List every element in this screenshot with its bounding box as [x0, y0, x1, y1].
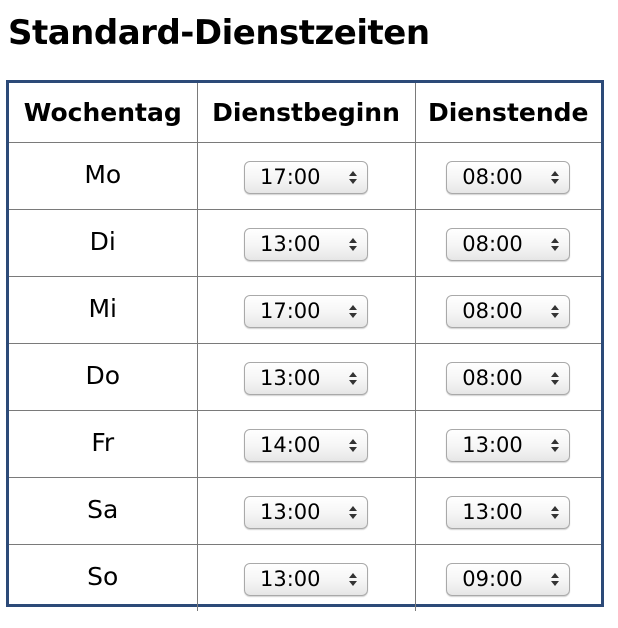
table-row: So 13:00 09:00 — [9, 544, 601, 611]
shift-start-value: 17:00 — [260, 298, 321, 323]
updown-arrows-icon — [551, 304, 560, 318]
shift-start-cell: 17:00 — [196, 276, 416, 344]
table-row: Mi 17:00 08:00 — [9, 276, 601, 344]
table-row: Sa 13:00 13:00 — [9, 477, 601, 545]
shift-start-select[interactable]: 14:00 — [244, 428, 368, 462]
shift-end-select[interactable]: 08:00 — [446, 160, 571, 194]
shift-start-cell: 13:00 — [196, 209, 416, 277]
updown-arrows-icon — [349, 304, 357, 318]
shift-end-cell: 09:00 — [414, 544, 601, 611]
shift-end-cell: 08:00 — [414, 209, 601, 277]
shift-start-select[interactable]: 13:00 — [244, 227, 368, 261]
shift-start-select[interactable]: 13:00 — [244, 495, 368, 529]
shift-start-cell: 13:00 — [196, 544, 416, 611]
schedule-table: Wochentag Dienstbeginn Dienstende Mo 17:… — [9, 83, 601, 611]
shift-end-select[interactable]: 08:00 — [446, 294, 571, 328]
weekday-cell: Do — [9, 343, 198, 411]
weekday-label: Mi — [88, 293, 117, 323]
schedule-table-frame: Wochentag Dienstbeginn Dienstende Mo 17:… — [6, 80, 604, 611]
weekday-cell: Sa — [9, 477, 198, 545]
shift-start-value: 13:00 — [260, 499, 321, 524]
shift-end-value: 09:00 — [462, 566, 523, 591]
header-shift-end: Dienstende — [414, 83, 601, 143]
updown-arrows-icon — [349, 505, 357, 519]
shift-start-value: 17:00 — [260, 164, 321, 189]
shift-start-value: 13:00 — [260, 231, 321, 256]
updown-arrows-icon — [551, 371, 560, 385]
weekday-label: Do — [85, 360, 121, 390]
shift-start-value: 13:00 — [260, 365, 321, 390]
shift-end-value: 08:00 — [462, 231, 523, 256]
weekday-cell: Mi — [9, 276, 198, 344]
shift-end-value: 08:00 — [462, 298, 523, 323]
updown-arrows-icon — [551, 170, 560, 184]
shift-start-cell: 13:00 — [196, 343, 416, 411]
shift-end-cell: 13:00 — [414, 410, 601, 478]
shift-end-cell: 08:00 — [414, 142, 601, 210]
updown-arrows-icon — [349, 170, 357, 184]
header-weekday: Wochentag — [9, 83, 198, 143]
table-row: Do 13:00 08:00 — [9, 343, 601, 411]
shift-start-cell: 13:00 — [196, 477, 416, 545]
updown-arrows-icon — [349, 237, 357, 251]
updown-arrows-icon — [551, 438, 560, 452]
shift-start-cell: 14:00 — [196, 410, 416, 478]
shift-end-select[interactable]: 08:00 — [446, 227, 571, 261]
shift-end-select[interactable]: 13:00 — [446, 428, 571, 462]
shift-start-select[interactable]: 13:00 — [244, 361, 368, 395]
shift-end-cell: 13:00 — [414, 477, 601, 545]
shift-end-cell: 08:00 — [414, 343, 601, 411]
shift-end-value: 08:00 — [462, 365, 523, 390]
shift-end-value: 08:00 — [462, 164, 523, 189]
updown-arrows-icon — [349, 572, 357, 586]
weekday-label: Fr — [91, 427, 115, 457]
shift-end-select[interactable]: 08:00 — [446, 361, 571, 395]
shift-end-value: 13:00 — [462, 432, 523, 457]
updown-arrows-icon — [349, 371, 357, 385]
table-row: Mo 17:00 08:00 — [9, 142, 601, 210]
updown-arrows-icon — [551, 237, 560, 251]
shift-start-select[interactable]: 13:00 — [244, 562, 368, 596]
shift-start-value: 14:00 — [260, 432, 321, 457]
shift-end-select[interactable]: 09:00 — [446, 562, 571, 596]
weekday-cell: Di — [9, 209, 198, 277]
shift-start-cell: 17:00 — [196, 142, 416, 210]
weekday-cell: Mo — [9, 142, 198, 210]
shift-start-value: 13:00 — [260, 566, 321, 591]
weekday-label: Mo — [84, 159, 122, 189]
shift-end-cell: 08:00 — [414, 276, 601, 344]
shift-start-select[interactable]: 17:00 — [244, 160, 368, 194]
weekday-label: So — [87, 561, 119, 591]
page-title: Standard-Dienstzeiten — [8, 13, 430, 53]
updown-arrows-icon — [349, 438, 357, 452]
weekday-label: Sa — [87, 494, 119, 524]
weekday-label: Di — [89, 226, 116, 256]
updown-arrows-icon — [551, 505, 560, 519]
header-row: Wochentag Dienstbeginn Dienstende — [9, 83, 601, 143]
shift-start-select[interactable]: 17:00 — [244, 294, 368, 328]
weekday-cell: So — [9, 544, 198, 611]
weekday-cell: Fr — [9, 410, 198, 478]
header-shift-start: Dienstbeginn — [196, 83, 416, 143]
table-row: Fr 14:00 13:00 — [9, 410, 601, 478]
table-row: Di 13:00 08:00 — [9, 209, 601, 277]
shift-end-value: 13:00 — [462, 499, 523, 524]
updown-arrows-icon — [551, 572, 560, 586]
shift-end-select[interactable]: 13:00 — [446, 495, 571, 529]
